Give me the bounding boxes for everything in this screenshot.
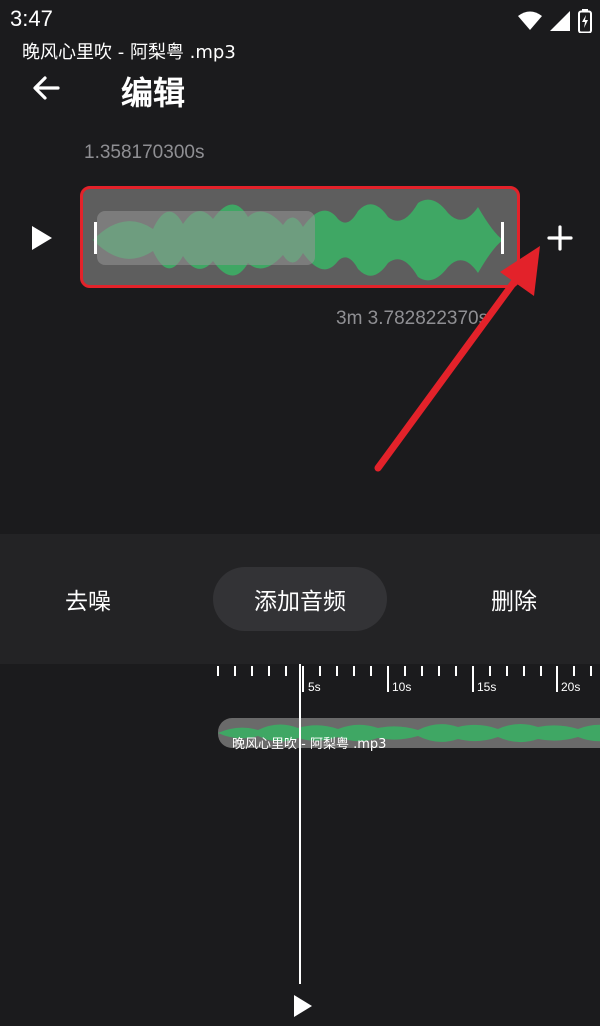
signal-icon (550, 11, 570, 31)
clip-waveform-editor[interactable] (80, 186, 520, 288)
clip-file-name: 晚风心里吹 - 阿梨粤 .mp3 (22, 42, 236, 63)
back-button[interactable] (26, 68, 66, 108)
clip-end-time: 3m 3.782822370s (336, 308, 489, 329)
play-button[interactable] (28, 222, 56, 254)
add-audio-button[interactable]: 添加音频 (213, 567, 387, 631)
page-title: 编辑 (121, 74, 186, 112)
battery-charging-icon (578, 9, 592, 33)
trim-end-handle[interactable] (501, 222, 504, 254)
arrow-left-icon (33, 76, 60, 100)
track-file-name: 晚风心里吹 - 阿梨粤 .mp3 (232, 737, 387, 752)
plus-icon (547, 225, 573, 251)
clip-label-background (97, 211, 315, 265)
status-time: 3:47 (10, 6, 53, 31)
timeline[interactable]: 5s 10s 15s 20s 晚风心里吹 - 阿梨粤 .mp3 (0, 664, 600, 986)
timeline-play-button[interactable] (292, 994, 314, 1018)
action-bar: 去噪 添加音频 删除 (0, 534, 600, 664)
bottom-bar (0, 984, 600, 1026)
playhead[interactable] (299, 664, 301, 986)
play-icon (294, 995, 312, 1017)
delete-button[interactable]: 删除 (466, 567, 562, 631)
denoise-button[interactable]: 去噪 (40, 567, 136, 631)
play-icon (32, 226, 52, 250)
trim-start-handle[interactable] (94, 222, 97, 254)
wifi-icon (518, 11, 542, 30)
clip-start-time: 1.358170300s (84, 142, 205, 163)
status-icons (518, 9, 592, 33)
status-bar: 3:47 (0, 0, 600, 42)
add-audio-plus-button[interactable] (544, 222, 576, 254)
